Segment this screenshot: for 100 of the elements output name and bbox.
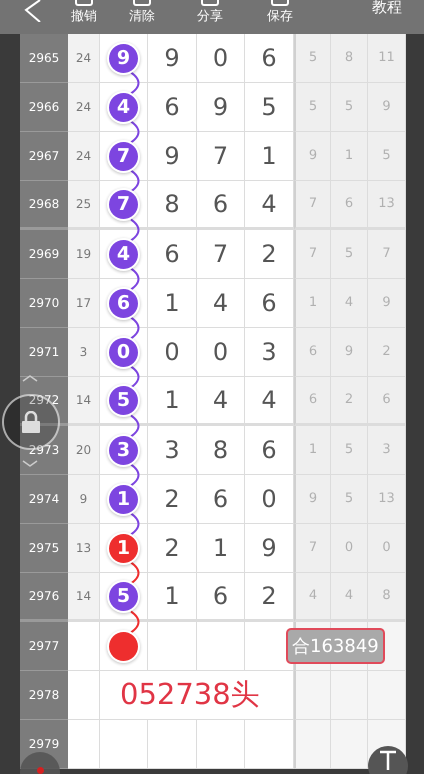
ball-cell xyxy=(100,720,148,769)
period-cell: 2977 xyxy=(20,622,68,671)
digit-cell: 0 xyxy=(197,328,245,377)
period-cell: 2976 xyxy=(20,573,68,622)
digit-cell: 6 xyxy=(245,34,294,83)
digit-cell: 9 xyxy=(197,83,245,132)
stat-cell: 8 xyxy=(368,573,406,622)
stat-cell: 2 xyxy=(368,328,406,377)
count-cell: 3 xyxy=(68,328,100,377)
text-tool-icon xyxy=(379,750,397,770)
toolbar-button[interactable]: 撤销 xyxy=(56,0,112,28)
digit-cell: 6 xyxy=(148,230,197,279)
digit-cell: 9 xyxy=(245,524,294,573)
digit-cell: 3 xyxy=(245,328,294,377)
stat-cell: 6 xyxy=(331,181,368,230)
digit-cell: 4 xyxy=(197,279,245,328)
digit-cell: 1 xyxy=(148,279,197,328)
digit-cell: 4 xyxy=(197,377,245,426)
count-cell: 13 xyxy=(68,524,100,573)
digit-cell: 4 xyxy=(245,377,294,426)
lock-icon xyxy=(21,411,41,433)
stat-cell: 6 xyxy=(368,377,406,426)
note-text: 052738头 xyxy=(100,671,294,720)
toolbar-button[interactable]: 分享 xyxy=(182,0,238,28)
digit-cell: 2 xyxy=(148,475,197,524)
digit-cell: 6 xyxy=(245,279,294,328)
toolbar-button[interactable]: 清除 xyxy=(114,0,170,28)
chevron-up-icon[interactable] xyxy=(22,374,38,382)
toolbar-button[interactable]: 保存 xyxy=(252,0,308,28)
digit-cell: 5 xyxy=(245,83,294,132)
digit-cell: 8 xyxy=(148,181,197,230)
stat-cell: 9 xyxy=(294,475,331,524)
digit-cell: 6 xyxy=(148,83,197,132)
digit-cell: 3 xyxy=(148,426,197,475)
sum-label: 合163849 xyxy=(286,628,385,664)
stat-cell: 3 xyxy=(368,426,406,475)
connector-line xyxy=(130,120,140,144)
connector-line xyxy=(130,218,140,242)
stat-cell: 2 xyxy=(331,377,368,426)
digit-cell: 6 xyxy=(197,573,245,622)
period-cell: 2966 xyxy=(20,83,68,132)
stat-cell: 11 xyxy=(368,34,406,83)
stat-cell: 5 xyxy=(368,132,406,181)
digit-cell: 2 xyxy=(245,573,294,622)
count-cell: 25 xyxy=(68,181,100,230)
digit-cell: 6 xyxy=(197,181,245,230)
stat-cell: 1 xyxy=(294,279,331,328)
stat-cell: 1 xyxy=(294,426,331,475)
stat-cell: 6 xyxy=(294,377,331,426)
stat-cell: 7 xyxy=(294,230,331,279)
connector-line xyxy=(130,316,140,340)
stat-cell: 9 xyxy=(331,328,368,377)
stat-cell: 9 xyxy=(294,132,331,181)
digit-cell: 2 xyxy=(148,524,197,573)
connector-line xyxy=(130,170,140,192)
period-cell: 2971 xyxy=(20,328,68,377)
stat-cell: 4 xyxy=(331,279,368,328)
period-cell: 2973 xyxy=(20,426,68,475)
stat-cell: 13 xyxy=(368,181,406,230)
count-cell: 19 xyxy=(68,230,100,279)
count-cell: 14 xyxy=(68,573,100,622)
stat-cell: 4 xyxy=(294,573,331,622)
stat-cell: 0 xyxy=(331,524,368,573)
stat-cell: 7 xyxy=(294,181,331,230)
count-cell: 24 xyxy=(68,34,100,83)
connector-line xyxy=(130,268,140,290)
stat-cell: 9 xyxy=(368,279,406,328)
digit-cell: 1 xyxy=(245,132,294,181)
digit-cell: 7 xyxy=(197,230,245,279)
stat-cell: 5 xyxy=(331,475,368,524)
count-cell: 20 xyxy=(68,426,100,475)
count-cell: 14 xyxy=(68,377,100,426)
digit-cell: 8 xyxy=(197,426,245,475)
digit-cell: 9 xyxy=(148,132,197,181)
stat-cell: 5 xyxy=(331,230,368,279)
stat-cell: 6 xyxy=(294,328,331,377)
stat-cell: 13 xyxy=(368,475,406,524)
connector-line xyxy=(130,414,140,438)
count-cell: 9 xyxy=(68,475,100,524)
digit-cell: 6 xyxy=(197,475,245,524)
stat-cell: 4 xyxy=(331,573,368,622)
period-cell: 2967 xyxy=(20,132,68,181)
period-cell: 2968 xyxy=(20,181,68,230)
connector-line xyxy=(130,72,140,94)
stat-cell: 7 xyxy=(368,230,406,279)
stat-cell: 8 xyxy=(331,34,368,83)
empty-cell xyxy=(197,720,245,769)
digit-cell: 9 xyxy=(148,34,197,83)
stat-cell: 5 xyxy=(331,426,368,475)
digit-cell: 1 xyxy=(148,377,197,426)
stat-cell: 7 xyxy=(294,524,331,573)
tutorial-button[interactable]: 教程 xyxy=(372,0,402,15)
stat-cell: 5 xyxy=(294,83,331,132)
count-cell: 24 xyxy=(68,83,100,132)
connector-line xyxy=(130,464,140,486)
digit-cell: 2 xyxy=(245,230,294,279)
digit-cell: 0 xyxy=(245,475,294,524)
digit-cell: 4 xyxy=(245,181,294,230)
chevron-down-icon[interactable] xyxy=(22,460,38,468)
period-cell: 2974 xyxy=(20,475,68,524)
